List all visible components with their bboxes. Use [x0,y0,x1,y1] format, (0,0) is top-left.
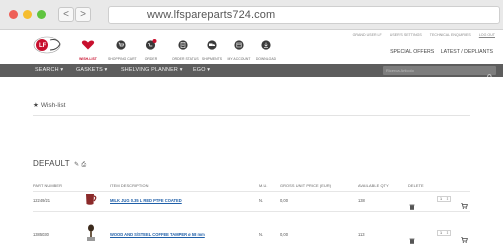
menu-gaskets[interactable]: GASKETS ▾ [76,67,107,73]
divider [33,115,470,116]
row-price: 0,00 [280,198,288,203]
print-icon[interactable]: ⎙ [81,162,86,168]
quantity-stepper[interactable]: 1 ⇕ [437,196,451,202]
lf-logo-icon[interactable]: LF [33,36,63,54]
nav-my-account[interactable]: MY ACCOUNT [226,37,252,61]
truck-icon [200,37,224,55]
row-price: 0,00 [280,232,288,237]
search-box [383,66,496,80]
nav-shipments[interactable]: SHIPMENTS [200,37,224,61]
menu-shelving-planner[interactable]: SHELVING PLANNER ▾ [121,67,183,73]
address-bar[interactable]: www.lfspareparts724.com [108,6,500,24]
main-content: ★ Wish-list DEFAULT ✎ ⎙ PART NUMBER ITEM D… [0,77,503,245]
cart-badge-icon [140,37,162,55]
url-text: www.lfspareparts724.com [147,9,276,21]
back-button[interactable]: < [58,7,74,22]
nav-order-status[interactable]: ORDER STATUS [172,37,199,61]
offers-links: SPECIAL OFFERS LATEST / DEPLIANTS [385,49,493,55]
add-to-cart-icon[interactable] [461,230,468,245]
col-mu: M.U. [259,183,268,188]
trash-icon[interactable] [409,197,415,215]
page-title: ★ Wish-list [33,102,66,109]
quantity-stepper[interactable]: 1 ⇕ [437,230,451,236]
menu-search[interactable]: SEARCH ▾ [35,67,63,73]
minimize-window-button[interactable] [23,10,32,19]
close-window-button[interactable] [9,10,18,19]
edit-pencil-icon[interactable]: ✎ [74,162,79,168]
svg-text:LF: LF [39,43,47,49]
tamper-icon[interactable] [85,224,97,245]
star-icon: ★ [33,102,39,109]
special-offers-link[interactable]: SPECIAL OFFERS [390,49,434,55]
site-header: LF WISH-LIST SHOPPING CART ORDER ORDER S… [0,30,503,64]
item-description-link[interactable]: WOOD AND S/STEEL COFFEE TAMPER ø 58 mm [110,232,205,237]
nav-order[interactable]: ORDER [140,37,162,61]
clipboard-icon [172,37,194,55]
wishlist-name: DEFAULT ✎ ⎙ [33,159,87,168]
col-gross-price: GROSS UNIT PRICE (EUR) [280,183,332,188]
row-part-number: 12249/21 [33,198,51,203]
download-icon [253,37,279,55]
col-item-description: ITEM DESCRIPTION [110,183,149,188]
nav-wish-list[interactable]: WISH-LIST [73,37,103,61]
nav-download[interactable]: DOWNLOAD [253,37,279,61]
trash-icon[interactable] [409,231,415,245]
milk-jug-icon[interactable] [83,192,99,211]
row-available-qty: 113 [358,232,365,237]
cart-circle-icon [108,37,134,55]
stepper-arrows-icon[interactable]: ⇕ [446,231,449,235]
top-link-settings[interactable]: USER'S SETTINGS [390,33,422,37]
stepper-arrows-icon[interactable]: ⇕ [446,197,449,201]
row-part-number: 1385030 [33,232,49,237]
main-menu-bar: SEARCH ▾ GASKETS ▾ SHELVING PLANNER ▾ EG… [0,64,503,80]
col-available-qty: AVAILABLE QTY [358,183,389,188]
row-mu: N. [259,198,264,203]
row-available-qty: 138 [358,198,365,203]
top-link-enquiries[interactable]: TECHNICAL ENQUIRIES [430,33,471,37]
latest-depliants-link[interactable]: LATEST / DEPLIANTS [441,49,493,55]
maximize-window-button[interactable] [37,10,46,19]
calendar-icon [226,37,252,55]
item-description-link[interactable]: MILK JUG 0.35 L RED PTFE COATED [110,198,182,203]
top-link-user[interactable]: GRAND USER LF [353,33,382,37]
row-divider [33,211,470,212]
browser-toolbar: < > www.lfspareparts724.com [0,0,503,30]
heart-icon [81,37,95,54]
row-mu: N. [259,232,264,237]
col-part-number: PART NUMBER [33,183,62,188]
col-delete: DELETE [408,183,424,188]
logout-link[interactable]: LOG OUT [479,33,495,37]
menu-ego[interactable]: EGO ▾ [193,67,210,73]
top-links: GRAND USER LF USER'S SETTINGS TECHNICAL … [346,33,495,37]
search-input[interactable] [386,67,482,74]
nav-shopping-cart[interactable]: SHOPPING CART [108,37,137,61]
forward-button[interactable]: > [75,7,91,22]
